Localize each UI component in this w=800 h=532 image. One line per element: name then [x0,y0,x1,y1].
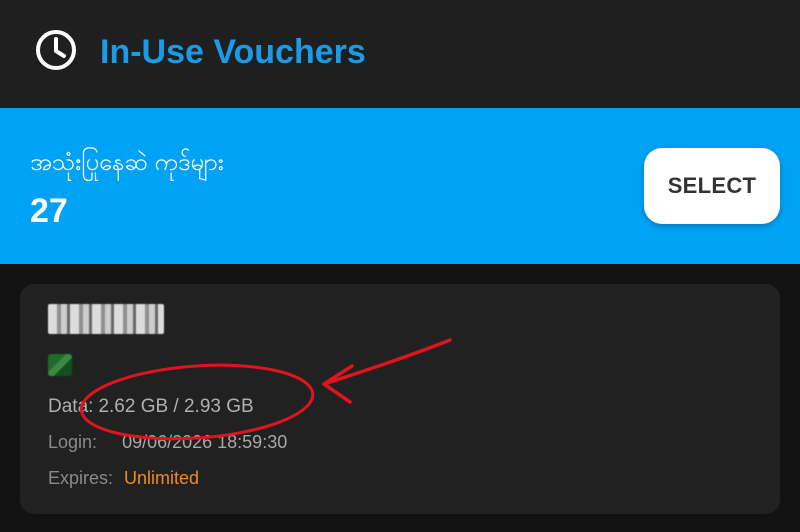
login-row: Login: 09/06/2026 18:59:30 [48,432,287,453]
login-label: Login: [48,432,98,452]
voucher-code-redacted [48,304,164,334]
profile-badge-redacted [48,354,72,376]
page-title: In-Use Vouchers [100,33,366,71]
in-use-count: 27 [30,192,68,230]
data-usage-row: Data: 2.62 GB / 2.93 GB [48,396,254,418]
expires-value: Unlimited [124,468,200,488]
app-header: In-Use Vouchers [0,0,800,108]
screen: In-Use Vouchers အသုံးပြုနေဆဲ ကုဒ်များ 27… [0,0,800,532]
in-use-codes-label: အသုံးပြုနေဆဲ ကုဒ်များ [30,149,224,176]
voucher-card[interactable]: Data: 2.62 GB / 2.93 GB Login: 09/06/202… [20,284,780,514]
clock-icon [36,30,76,70]
in-use-summary-banner: အသုံးပြုနေဆဲ ကုဒ်များ 27 SELECT [0,108,800,264]
login-value: 09/06/2026 18:59:30 [122,432,288,452]
select-button[interactable]: SELECT [644,148,780,224]
expires-row: Expires: Unlimited [48,468,199,489]
data-value: 2.62 GB / 2.93 GB [98,396,254,417]
data-label: Data: [48,396,94,417]
expires-label: Expires: [48,468,114,488]
